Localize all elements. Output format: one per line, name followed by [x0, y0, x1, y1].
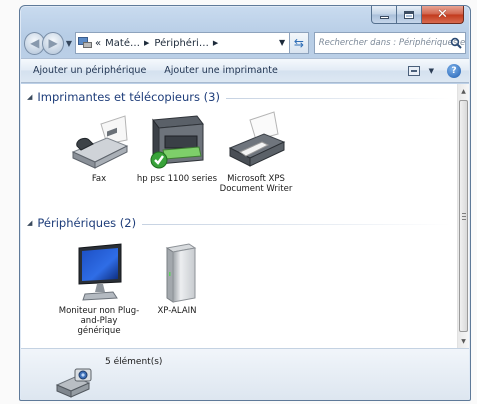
device-item-hp-psc-1100[interactable]: hp psc 1100 series [136, 110, 218, 184]
forward-arrow-icon: ▶ [48, 36, 58, 50]
forward-button[interactable]: ▶ [42, 31, 64, 55]
devices-printers-icon [78, 37, 93, 49]
device-item-monitor[interactable]: Moniteur non Plug-and-Play générique [58, 242, 140, 336]
device-label: XP-ALAIN [157, 306, 197, 316]
group-title-devices: Périphériques (2) [37, 216, 137, 230]
device-label: hp psc 1100 series [136, 174, 218, 184]
recent-pages-dropdown[interactable]: ▼ [66, 39, 72, 48]
breadcrumb-devices[interactable]: Périphéri… [154, 38, 208, 49]
scroll-up-icon[interactable]: ▲ [458, 84, 469, 98]
breadcrumb-arrow-icon[interactable]: ▶ [213, 39, 218, 47]
add-device-button[interactable]: Ajouter un périphérique [33, 65, 146, 76]
scrollbar-thumb[interactable] [459, 100, 468, 332]
minimize-icon [379, 16, 389, 19]
device-item-xp-alain[interactable]: XP-ALAIN [136, 242, 218, 316]
breadcrumb-computer[interactable]: Maté… [105, 38, 140, 49]
address-overflow[interactable]: « [95, 38, 101, 49]
computer-tower-icon [145, 242, 209, 304]
explorer-window: ✕ ◀ ▶ ▼ « Maté… ▶ Périphéri… ▶ ▼ ⇆ Reche… [19, 5, 471, 401]
group-header-devices[interactable]: ◢ Périphériques (2) [27, 216, 451, 230]
maximize-icon [404, 10, 414, 19]
group-divider [142, 223, 451, 225]
add-printer-button[interactable]: Ajouter une imprimante [164, 65, 278, 76]
help-icon[interactable]: ? [447, 64, 461, 78]
vertical-scrollbar[interactable]: ▲ ▼ [457, 84, 469, 348]
close-button[interactable]: ✕ [422, 6, 464, 24]
caption-buttons: ✕ [371, 6, 464, 24]
refresh-button[interactable]: ⇆ [290, 32, 309, 54]
device-item-xps-writer[interactable]: Microsoft XPS Document Writer [215, 110, 297, 194]
search-input[interactable]: Rechercher dans : Périphériques et im… [313, 32, 466, 54]
search-icon[interactable] [450, 37, 462, 49]
close-icon: ✕ [437, 7, 448, 22]
group-divider [225, 97, 451, 99]
change-view-icon[interactable] [408, 66, 420, 76]
group-title-printers: Imprimantes et télécopieurs (3) [37, 90, 220, 104]
device-list-pane: ◢ Imprimantes et télécopieurs (3) Fax hp… [21, 84, 457, 348]
command-bar: Ajouter un périphérique Ajouter une impr… [21, 58, 469, 83]
device-label: Moniteur non Plug-and-Play générique [58, 306, 140, 336]
minimize-button[interactable] [371, 6, 397, 24]
device-label: Microsoft XPS Document Writer [219, 174, 293, 194]
grip-icon [462, 213, 466, 220]
back-arrow-icon: ◀ [30, 36, 40, 50]
search-placeholder: Rechercher dans : Périphériques et im… [318, 38, 466, 48]
maximize-button[interactable] [397, 6, 422, 24]
printer-icon [224, 110, 288, 172]
address-dropdown-icon[interactable]: ▼ [279, 38, 285, 47]
refresh-icon: ⇆ [293, 36, 304, 50]
device-item-fax[interactable]: Fax [58, 110, 140, 184]
item-count: 5 élément(s) [105, 357, 163, 367]
devices-camera-printer-icon [55, 368, 92, 398]
group-header-printers[interactable]: ◢ Imprimantes et télécopieurs (3) [27, 90, 451, 104]
navigation-bar: ◀ ▶ ▼ « Maté… ▶ Périphéri… ▶ ▼ ⇆ Recherc… [24, 30, 466, 56]
details-pane: 5 élément(s) [21, 348, 469, 400]
collapse-triangle-icon[interactable]: ◢ [27, 93, 32, 101]
breadcrumb-arrow-icon[interactable]: ▶ [144, 39, 149, 47]
device-label: Fax [91, 174, 107, 184]
fax-icon [67, 110, 131, 172]
address-bar[interactable]: « Maté… ▶ Périphéri… ▶ ▼ [75, 32, 291, 54]
scroll-down-icon[interactable]: ▼ [458, 334, 469, 348]
desktop-background: ✕ ◀ ▶ ▼ « Maté… ▶ Périphéri… ▶ ▼ ⇆ Reche… [0, 0, 477, 404]
collapse-triangle-icon[interactable]: ◢ [27, 219, 32, 227]
monitor-icon [67, 242, 131, 304]
view-dropdown-icon[interactable]: ▼ [429, 67, 434, 75]
multifunction-printer-icon [145, 110, 209, 172]
